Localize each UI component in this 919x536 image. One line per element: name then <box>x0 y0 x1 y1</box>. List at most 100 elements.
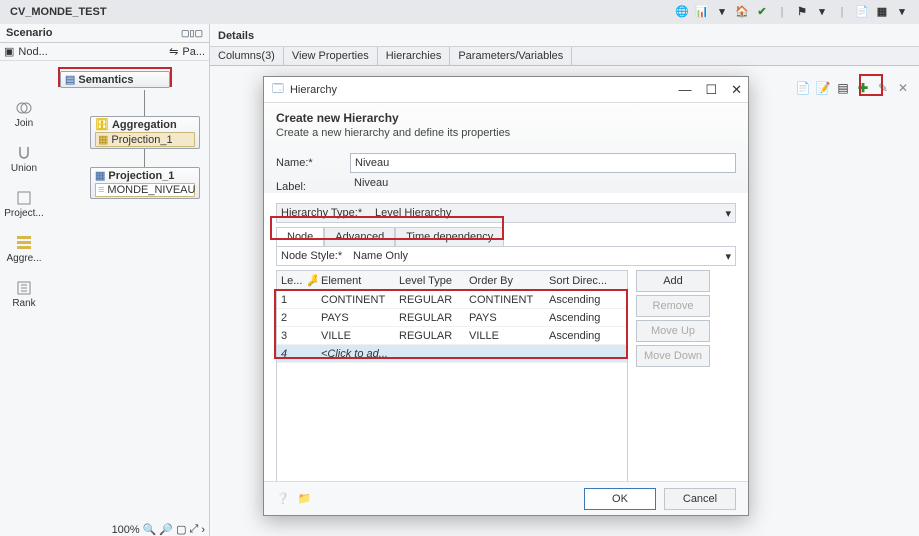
projection-child[interactable]: ≡MONDE_NIVEAU <box>95 183 195 197</box>
subtab-advanced[interactable]: Advanced <box>324 227 395 246</box>
scenario-title: Scenario <box>6 27 52 39</box>
aggregation-child[interactable]: ▦Projection_1 <box>95 132 195 147</box>
node-aggregation[interactable]: 🗄Aggregation ▦Projection_1 <box>90 116 200 149</box>
ok-button[interactable]: OK <box>584 488 656 510</box>
dropdown-icon-3[interactable]: ▾ <box>895 5 909 19</box>
col-level-type: Level Type <box>395 275 465 287</box>
dialog-icon: 🗔 <box>272 80 284 99</box>
home-icon[interactable]: 🏠 <box>735 5 749 19</box>
chevron-down-icon: ▾ <box>725 207 731 220</box>
sep: | <box>775 5 789 19</box>
hierarchy-type-row[interactable]: Hierarchy Type:* Level Hierarchy ▾ <box>276 203 736 223</box>
node-style-value: Name Only <box>353 250 408 262</box>
add-hierarchy-button[interactable]: ✚ <box>855 80 871 96</box>
tab-hierarchies[interactable]: Hierarchies <box>378 47 451 65</box>
name-input[interactable] <box>350 153 736 173</box>
bars-icon: ≡ <box>98 184 104 196</box>
palette-swap-icon[interactable]: ⇋ <box>169 45 178 58</box>
col-key-icon: 🔑 <box>303 274 317 287</box>
palette-tab[interactable]: Pa... <box>182 46 205 58</box>
scenario-hdr-icons[interactable]: ▢▯▢ <box>181 28 203 39</box>
node-style-row[interactable]: Node Style:* Name Only ▾ <box>276 246 736 266</box>
dialog-footer: ❔ 📁 OK Cancel <box>264 481 748 515</box>
level-buttons: Add Remove Move Up Move Down <box>636 270 710 481</box>
copy-icon[interactable]: 📄 <box>855 5 869 19</box>
node-child-label: Projection_1 <box>111 134 172 146</box>
hierarchy-type-value: Level Hierarchy <box>375 207 451 219</box>
maximize-button[interactable]: ☐ <box>705 82 717 98</box>
table-row[interactable]: 1 CONTINENT REGULAR CONTINENT Ascending <box>277 291 627 309</box>
col-element: Element <box>317 275 395 287</box>
node-style-select[interactable]: Name Only ▾ <box>349 247 735 265</box>
col-sort-direction: Sort Direc... <box>545 275 619 287</box>
chart-icon[interactable]: 📊 <box>695 5 709 19</box>
zoom-value: 100% <box>112 524 140 536</box>
tb-list-icon[interactable]: ▤ <box>835 80 851 96</box>
check-icon[interactable]: ✔ <box>755 5 769 19</box>
hierarchies-toolbar: 📄 📝 ▤ ✚ ✎ ✕ <box>795 80 911 96</box>
grid-icon[interactable]: ▦ <box>875 5 889 19</box>
label-value: Niveau <box>350 177 736 197</box>
dialog-titlebar[interactable]: 🗔 Hierarchy — ☐ ✕ <box>264 77 748 103</box>
table-row[interactable]: 2 PAYS REGULAR PAYS Ascending <box>277 309 627 327</box>
node-semantics[interactable]: ▤Semantics <box>60 71 170 88</box>
tb-note-icon[interactable]: 📝 <box>815 80 831 96</box>
subtab-time-dependency[interactable]: Time dependency <box>395 227 504 246</box>
scenario-panel: Scenario ▢▯▢ ▣ Nod... ⇋ Pa... Join Union… <box>0 24 210 536</box>
palette-tabs[interactable]: ▣ Nod... ⇋ Pa... <box>0 43 209 61</box>
remove-level-button[interactable]: Remove <box>636 295 710 317</box>
expand-icon[interactable]: ⤢ <box>190 523 199 536</box>
zoom-controls[interactable]: 100% 🔍 🔎 ▢ ⤢ › <box>112 523 205 536</box>
hierarchy-dialog: 🗔 Hierarchy — ☐ ✕ Create new Hierarchy C… <box>263 76 749 516</box>
add-level-button[interactable]: Add <box>636 270 710 292</box>
details-tabs: Columns(3) View Properties Hierarchies P… <box>210 47 919 66</box>
dialog-subtitle: Create a new hierarchy and define its pr… <box>276 127 736 139</box>
table-row-new[interactable]: 4 <Click to ad... <box>277 345 627 363</box>
col-order-by: Order By <box>465 275 545 287</box>
more-icon[interactable]: › <box>201 524 205 536</box>
semantics-icon: ▤ <box>65 73 75 86</box>
subtab-node[interactable]: Node <box>276 227 324 246</box>
node-palette-tab[interactable]: Nod... <box>18 46 47 58</box>
globe-icon[interactable]: 🌐 <box>675 5 689 19</box>
flag-icon[interactable]: ⚑ <box>795 5 809 19</box>
node-style-label: Node Style:* <box>277 250 349 262</box>
tb-edit-icon[interactable]: ✎ <box>875 80 891 96</box>
dialog-heading: Create new Hierarchy <box>276 111 736 125</box>
db-icon: 🗄 <box>95 118 109 131</box>
hierarchy-type-select[interactable]: Level Hierarchy ▾ <box>371 204 735 222</box>
tab-columns[interactable]: Columns(3) <box>210 47 284 65</box>
help-icon[interactable]: ❔ <box>276 492 290 505</box>
move-up-button[interactable]: Move Up <box>636 320 710 342</box>
cancel-button[interactable]: Cancel <box>664 488 736 510</box>
zoom-in-icon[interactable]: 🔎 <box>159 523 173 536</box>
hierarchy-subtabs: Node Advanced Time dependency <box>276 227 736 246</box>
table-header: Le... 🔑 Element Level Type Order By Sort… <box>277 271 627 291</box>
name-label: Name:* <box>276 157 350 169</box>
tb-doc-icon[interactable]: 📄 <box>795 80 811 96</box>
details-header: Details <box>210 24 919 47</box>
scenario-canvas[interactable]: ▤Semantics 🗄Aggregation ▦Projection_1 ▦P… <box>0 61 209 501</box>
node-label: Semantics <box>78 74 133 86</box>
tb-delete-icon[interactable]: ✕ <box>895 80 911 96</box>
tab-parameters[interactable]: Parameters/Variables <box>450 47 572 65</box>
expand-icon[interactable]: ▣ <box>4 45 14 58</box>
col-le: Le... <box>277 275 303 287</box>
table-icon: ▦ <box>98 133 108 146</box>
hierarchy-type-label: Hierarchy Type:* <box>277 207 371 219</box>
node-projection[interactable]: ▦Projection_1 ≡MONDE_NIVEAU <box>90 167 200 199</box>
move-down-button[interactable]: Move Down <box>636 345 710 367</box>
dialog-title: Hierarchy <box>290 84 337 96</box>
levels-table[interactable]: Le... 🔑 Element Level Type Order By Sort… <box>276 270 628 481</box>
folder-icon[interactable]: 📁 <box>298 492 312 505</box>
table-row[interactable]: 3 VILLE REGULAR VILLE Ascending <box>277 327 627 345</box>
zoom-out-icon[interactable]: 🔍 <box>143 523 157 536</box>
close-button[interactable]: ✕ <box>731 82 742 98</box>
fit-icon[interactable]: ▢ <box>176 523 186 536</box>
tab-view-properties[interactable]: View Properties <box>284 47 378 65</box>
dropdown-icon-2[interactable]: ▾ <box>815 5 829 19</box>
dropdown-icon[interactable]: ▾ <box>715 5 729 19</box>
scenario-header: Scenario ▢▯▢ <box>0 24 209 43</box>
node-child-label: MONDE_NIVEAU <box>107 184 195 196</box>
minimize-button[interactable]: — <box>678 82 691 97</box>
